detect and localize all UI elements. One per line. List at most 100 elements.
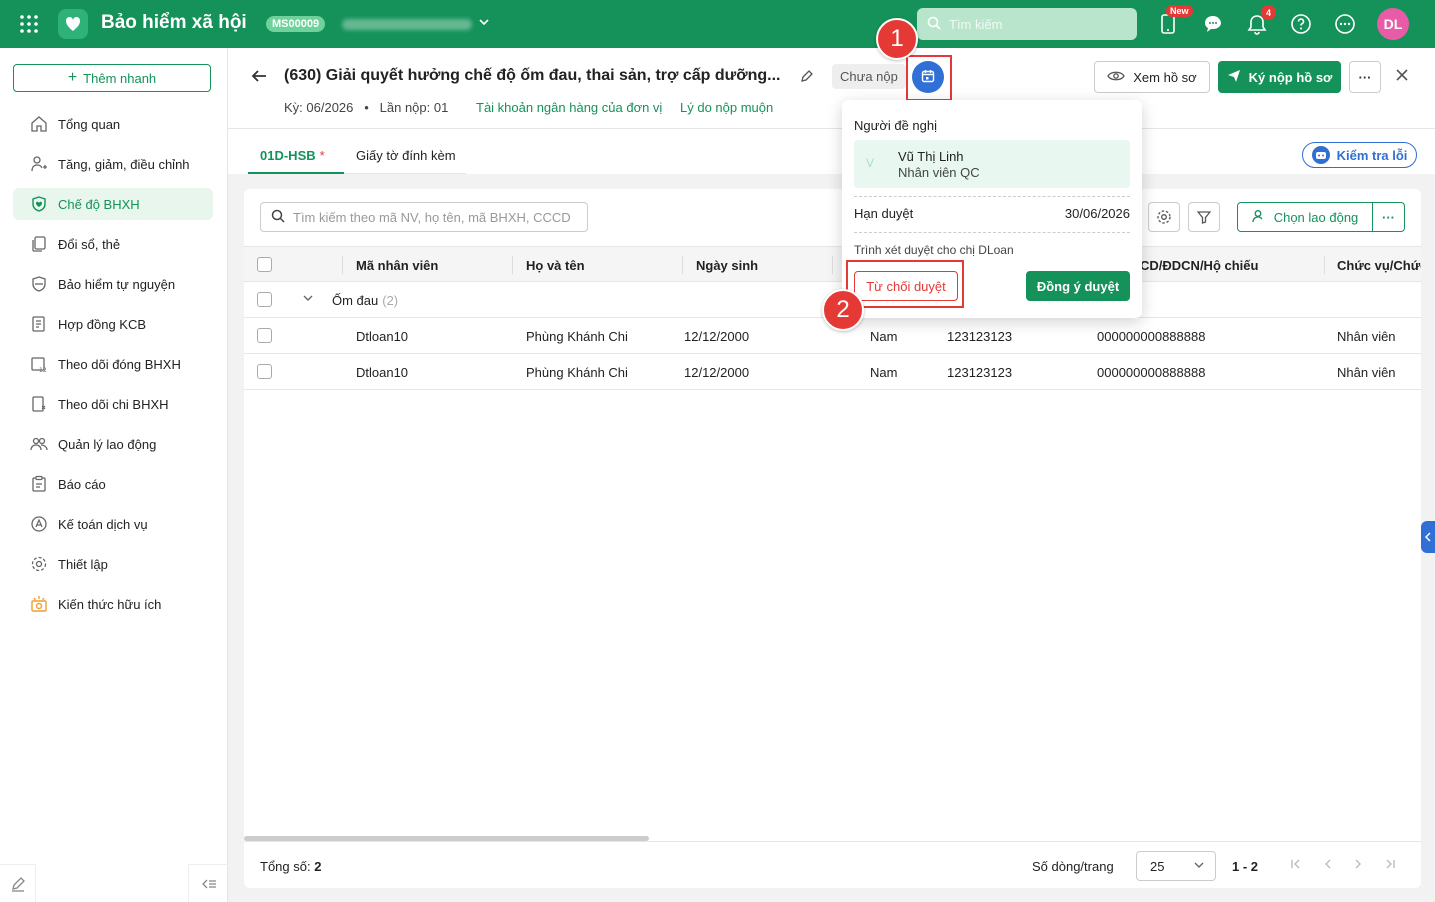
rows-per-page-select[interactable]: 25 <box>1136 851 1216 881</box>
column-header[interactable]: Ngày sinh <box>696 258 758 273</box>
last-page-icon[interactable] <box>1384 857 1396 873</box>
sidebar-item-settings[interactable]: Thiết lập <box>13 548 213 580</box>
global-search-placeholder: Tìm kiếm <box>949 16 1003 32</box>
cell-birth-date: 12/12/2000 <box>684 365 750 380</box>
check-errors-label: Kiểm tra lỗi <box>1336 147 1408 163</box>
accounting-icon <box>29 514 49 534</box>
cell-full-name: Phùng Khánh Chi <box>526 365 628 380</box>
pencil-edit-icon[interactable] <box>800 69 814 86</box>
more-actions-button[interactable]: ··· <box>1349 61 1381 93</box>
choose-employee-label: Chọn lao động <box>1273 209 1359 225</box>
help-icon[interactable] <box>1289 12 1313 36</box>
column-header[interactable]: Chức vụ/Chức <box>1337 258 1421 273</box>
sidebar-item-overview[interactable]: Tổng quan <box>13 108 213 140</box>
quick-add-button[interactable]: + Thêm nhanh <box>13 64 211 92</box>
chevron-down-icon[interactable] <box>302 292 314 307</box>
choose-employee-more-button[interactable]: ··· <box>1372 202 1405 232</box>
back-arrow-icon[interactable] <box>250 67 268 88</box>
first-page-icon[interactable] <box>1290 857 1302 873</box>
approve-button[interactable]: Đồng ý duyệt <box>1026 271 1130 301</box>
bank-account-link[interactable]: Tài khoản ngân hàng của đơn vị <box>476 100 662 115</box>
deadline-label: Hạn duyệt <box>854 206 914 221</box>
sidebar-item-cards[interactable]: Đổi sổ, thẻ <box>13 228 213 260</box>
total-count: Tổng số: 2 <box>260 859 322 874</box>
choose-employee-button[interactable]: Chọn lao động <box>1237 202 1373 232</box>
more-options-icon[interactable] <box>1333 12 1357 36</box>
user-adjust-icon <box>29 154 49 174</box>
sidebar-item-track-pay[interactable]: 12 Theo dõi đóng BHXH <box>13 348 213 380</box>
close-icon[interactable] <box>1395 66 1409 87</box>
proposer-avatar: V <box>866 156 875 170</box>
submission-label: Lần nộp: 01 <box>379 100 449 115</box>
rows-per-page-label: Số dòng/trang <box>1032 859 1114 874</box>
table-settings-gear-icon[interactable] <box>1148 202 1180 232</box>
sidebar-item-label: Báo cáo <box>58 476 106 492</box>
cell-employee-code: Dtloan10 <box>356 329 409 344</box>
sidebar-item-contract[interactable]: Hợp đồng KCB <box>13 308 213 340</box>
proposer-card: V Vũ Thị Linh Nhân viên QC <box>854 140 1130 188</box>
sidebar-item-benefits[interactable]: Chế độ BHXH <box>13 188 213 220</box>
user-avatar[interactable]: DL <box>1377 8 1409 40</box>
tab-form-01d[interactable]: 01D-HSB * <box>248 146 344 174</box>
user-icon <box>1252 209 1266 226</box>
column-header[interactable]: CD/ĐDCN/Hộ chiếu <box>1140 258 1258 273</box>
filter-icon[interactable] <box>1188 202 1220 232</box>
side-panel-toggle-chevron-left-icon[interactable] <box>1421 521 1435 553</box>
sidebar-item-report[interactable]: Báo cáo <box>13 468 213 500</box>
ellipsis-icon: ··· <box>1358 69 1372 85</box>
feedback-edit-icon[interactable] <box>0 864 36 902</box>
row-checkbox[interactable] <box>257 328 272 343</box>
sidebar-item-voluntary[interactable]: Bảo hiểm tự nguyện <box>13 268 213 300</box>
ellipsis-icon: ··· <box>1382 209 1395 225</box>
cell-id-number: 000000000888888 <box>1097 329 1206 344</box>
sidebar-item-knowledge[interactable]: Kiến thức hữu ích <box>13 588 213 620</box>
sidebar-item-label: Theo dõi chi BHXH <box>58 396 169 412</box>
group-count: (2) <box>382 293 399 308</box>
shield-icon <box>29 274 49 294</box>
row-checkbox[interactable] <box>257 364 272 379</box>
group-checkbox[interactable] <box>257 292 272 307</box>
table-row[interactable]: Dtloan10 Phùng Khánh Chi 12/12/2000 Nam … <box>244 354 1421 390</box>
sidebar-item-track-spend[interactable]: Theo dõi chi BHXH <box>13 388 213 420</box>
sidebar-item-label: Chế độ BHXH <box>58 196 140 212</box>
column-header[interactable]: Họ và tên <box>526 258 585 273</box>
sidebar-item-accounting[interactable]: Kế toán dịch vụ <box>13 508 213 540</box>
gear-icon <box>29 554 49 574</box>
sidebar-item-adjust[interactable]: Tăng, giảm, điều chỉnh <box>13 148 213 180</box>
robot-icon <box>1311 146 1330 164</box>
calendar-track-icon: 12 <box>29 354 49 374</box>
search-icon <box>927 16 941 33</box>
check-errors-button[interactable]: Kiểm tra lỗi <box>1302 142 1417 168</box>
sign-submit-button[interactable]: Ký nộp hồ sơ <box>1218 61 1341 93</box>
collapse-sidebar-icon[interactable] <box>188 864 228 902</box>
cell-birth-date: 12/12/2000 <box>684 329 750 344</box>
next-page-icon[interactable] <box>1352 857 1364 873</box>
period-label: Kỳ: 06/2026 <box>284 100 354 115</box>
table-search-input[interactable]: Tìm kiếm theo mã NV, họ tên, mã BHXH, CC… <box>260 202 588 232</box>
new-badge: New <box>1166 5 1193 17</box>
proposer-role: Nhân viên QC <box>898 165 980 180</box>
plus-icon: + <box>67 69 78 86</box>
chat-icon[interactable] <box>1201 12 1225 36</box>
app-title: Bảo hiểm xã hội <box>101 12 247 33</box>
prev-page-icon[interactable] <box>1322 857 1334 873</box>
late-reason-link[interactable]: Lý do nộp muộn <box>680 100 773 115</box>
sidebar-item-labor[interactable]: Quản lý lao động <box>13 428 213 460</box>
tab-attachments[interactable]: Giấy tờ đính kèm <box>344 146 466 174</box>
proposer-name: Vũ Thị Linh <box>898 149 964 164</box>
column-header[interactable]: Mã nhân viên <box>356 258 438 273</box>
tab-label: Giấy tờ đính kèm <box>356 148 456 163</box>
view-file-button[interactable]: Xem hồ sơ <box>1094 61 1210 93</box>
sidebar-item-label: Kiến thức hữu ích <box>58 596 162 612</box>
sidebar-item-label: Quản lý lao động <box>58 436 157 452</box>
period-meta: Kỳ: 06/2026 • Lần nộp: 01 <box>284 100 449 115</box>
shield-heart-icon <box>29 194 49 214</box>
sidebar-item-label: Theo dõi đóng BHXH <box>58 356 181 372</box>
step-marker-2: 2 <box>822 289 864 331</box>
highlight-box-1 <box>906 55 952 101</box>
cell-position: Nhân viên <box>1337 365 1396 380</box>
select-all-checkbox[interactable] <box>257 257 272 272</box>
org-chevron-down-icon[interactable] <box>478 16 490 31</box>
global-search-input[interactable]: Tìm kiếm <box>917 8 1137 40</box>
app-grid-icon[interactable] <box>19 14 39 34</box>
